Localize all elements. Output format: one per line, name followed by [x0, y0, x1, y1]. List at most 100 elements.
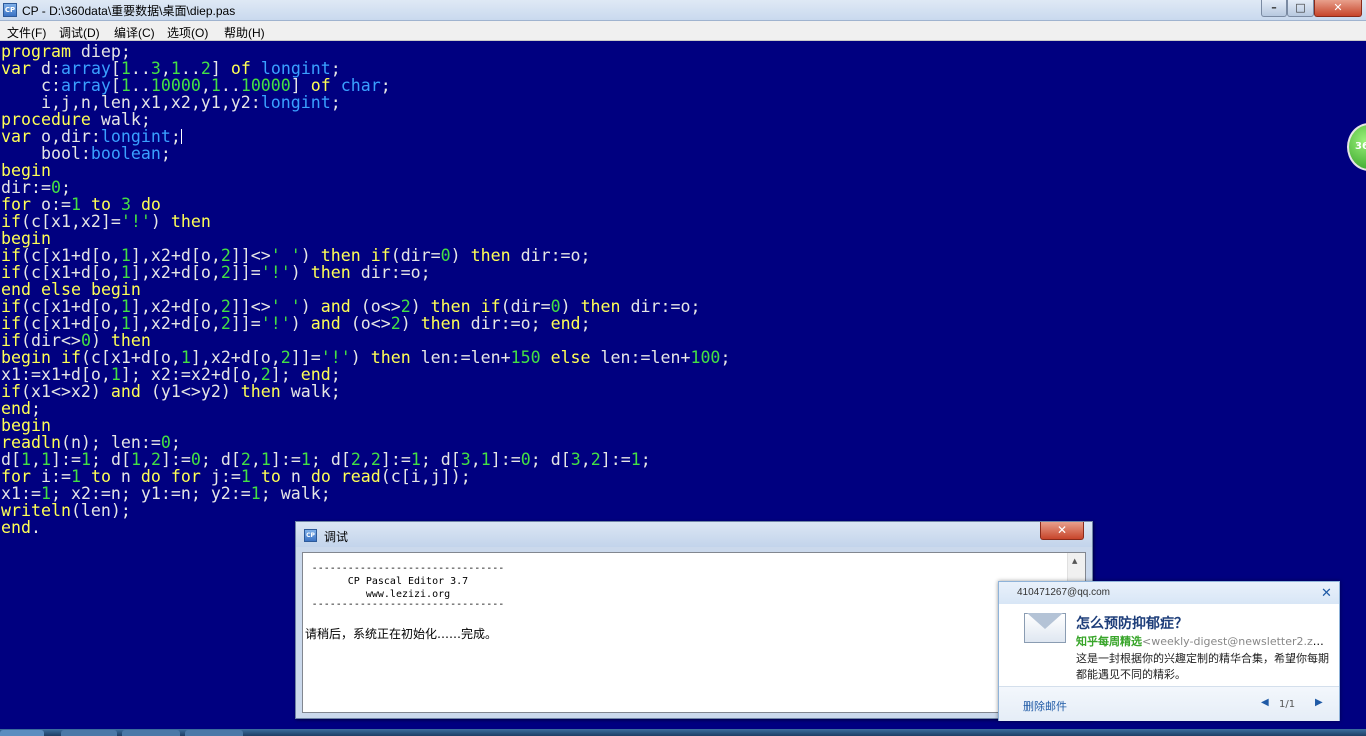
code-text-token: ]:= [490, 450, 521, 469]
code-text-token: ; [580, 314, 591, 333]
code-line: program diep; [1, 43, 730, 60]
menu-options[interactable]: 选项(O) [167, 24, 208, 41]
code-text-token: ; [640, 450, 651, 469]
code-line: dir:=0; [1, 179, 730, 196]
code-line: begin [1, 230, 730, 247]
code-keyword: and [310, 314, 341, 333]
code-literal: 2 [590, 450, 601, 469]
code-literal: 1 [630, 450, 641, 469]
debug-dialog-titlebar: CP 调试 ✕ [296, 522, 1092, 547]
mail-body: 这是一封根据你的兴趣定制的精华合集，希望你每期都能遇见不同的精彩。 [1076, 652, 1329, 681]
code-text-token: ],x2+d[o, [130, 263, 221, 282]
code-line: begin [1, 417, 730, 434]
code-keyword: end [1, 518, 31, 537]
code-text-token: ; [720, 348, 731, 367]
code-text-token: ]]= [230, 314, 261, 333]
code-literal: 0 [440, 246, 451, 265]
code-keyword: then [310, 263, 351, 282]
code-literal: 2 [220, 314, 231, 333]
code-line: if(x1<>x2) and (y1<>y2) then walk; [1, 383, 730, 400]
code-text-token: . [30, 518, 41, 537]
code-literal: '!' [260, 263, 291, 282]
code-text-token: ; walk; [260, 484, 331, 503]
code-literal: 1 [250, 484, 261, 503]
mail-sender-address: <weekly-digest@newsletter2.zhi… [1142, 635, 1328, 648]
code-line: for o:=1 to 3 do [1, 196, 730, 213]
debug-close-button[interactable]: ✕ [1040, 522, 1084, 540]
taskbar-app-2[interactable] [122, 730, 180, 736]
code-keyword: end [550, 314, 581, 333]
code-text-token: ) [450, 246, 471, 265]
code-line: if(c[x1+d[o,1],x2+d[o,2]]='!') and (o<>2… [1, 315, 730, 332]
close-button[interactable]: ✕ [1314, 0, 1362, 17]
code-line: bool:boolean; [1, 145, 730, 162]
mail-notification: 410471267@qq.com ✕ 怎么预防抑郁症？ 知乎每周精选<weekl… [998, 581, 1340, 721]
code-line: c:array[1..10000,1..10000] of char; [1, 77, 730, 94]
code-literal: 2 [220, 263, 231, 282]
code-text-token: (y1<>y2) [140, 382, 241, 401]
debug-status-text: 请稍后，系统正在初始化……完成。 [305, 627, 498, 641]
mail-subject[interactable]: 怎么预防抑郁症？ [1076, 613, 1188, 633]
text-cursor [180, 129, 182, 144]
code-text-token: ]]= [230, 263, 261, 282]
code-literal: '!' [120, 212, 151, 231]
code-line: d[1,1]:=1; d[1,2]:=0; d[2,1]:=1; d[2,2]:… [1, 451, 730, 468]
mail-account: 410471267@qq.com [1017, 587, 1110, 598]
taskbar-app-1[interactable] [61, 730, 117, 736]
start-button[interactable] [0, 730, 44, 736]
code-text-token: dir:=o; [620, 297, 701, 316]
mail-pager: 1/1 [1279, 699, 1296, 710]
code-line: end else begin [1, 281, 730, 298]
code-text-token: dir:=o; [350, 263, 431, 282]
code-text-token: ) [290, 263, 311, 282]
debug-output[interactable]: -------------------------------- CP Pasc… [302, 552, 1086, 713]
debug-dialog-title: 调试 [324, 530, 349, 544]
app-icon: CP [3, 3, 17, 17]
code-text-token: (c[i,j]); [380, 467, 471, 486]
code-keyword: then [370, 348, 411, 367]
code-keyword: then [470, 246, 511, 265]
next-arrow-icon[interactable]: ▶ [1315, 697, 1323, 708]
code-line: if(c[x1+d[o,1],x2+d[o,2]]<>' ') and (o<>… [1, 298, 730, 315]
code-line: if(dir<>0) then [1, 332, 730, 349]
code-line: begin [1, 162, 730, 179]
code-keyword: then [240, 382, 281, 401]
code-text-token: ) [400, 314, 421, 333]
menu-help[interactable]: 帮助(H) [224, 24, 265, 41]
code-text-token: ; [380, 76, 391, 95]
taskbar-app-3[interactable] [185, 730, 243, 736]
minimize-button[interactable]: – [1261, 0, 1287, 17]
debug-app-icon: CP [304, 529, 317, 542]
menu-compile[interactable]: 编译(C) [114, 24, 155, 41]
code-keyword: and [110, 382, 141, 401]
window-title: CP - D:\360data\重要数据\桌面\diep.pas [22, 4, 236, 18]
code-literal: 2 [390, 314, 401, 333]
previous-arrow-icon[interactable]: ◀ [1261, 697, 1269, 708]
code-text-token: , [580, 450, 591, 469]
menu-file[interactable]: 文件(F) [7, 24, 46, 41]
code-text-token: (o<> [340, 314, 391, 333]
code-keyword: then [420, 314, 461, 333]
code-text-token: len:=len+ [410, 348, 511, 367]
maximize-button[interactable]: □ [1287, 0, 1314, 17]
code-line: x1:=1; x2:=n; y1:=n; y2:=1; walk; [1, 485, 730, 502]
mail-notification-footer: 删除邮件 ◀ 1/1 ▶ [999, 686, 1339, 721]
code-text-token: ) [290, 314, 311, 333]
code-literal: 100 [690, 348, 721, 367]
scroll-up-icon[interactable]: ▲ [1072, 557, 1077, 565]
window-titlebar: CP CP - D:\360data\重要数据\桌面\diep.pas – □ … [0, 0, 1366, 21]
code-literal: '!' [260, 314, 291, 333]
code-line: readln(n); len:=0; [1, 434, 730, 451]
debug-dialog: CP 调试 ✕ --------------------------------… [295, 521, 1093, 719]
menu-debug[interactable]: 调试(D) [59, 24, 100, 41]
code-text-token: (len); [70, 501, 131, 520]
code-line: procedure walk; [1, 111, 730, 128]
code-literal: 0 [520, 450, 531, 469]
mail-close-button[interactable]: ✕ [1321, 586, 1332, 601]
code-text: program diep; var d:array[1..3,1..2] of l… [1, 43, 730, 536]
mail-from: 知乎每周精选<weekly-digest@newsletter2.zhi… [1076, 633, 1328, 649]
code-literal: 150 [510, 348, 541, 367]
code-text-token: ; [170, 127, 181, 146]
code-keyword: then [170, 212, 211, 231]
delete-mail-link[interactable]: 删除邮件 [1023, 698, 1067, 714]
